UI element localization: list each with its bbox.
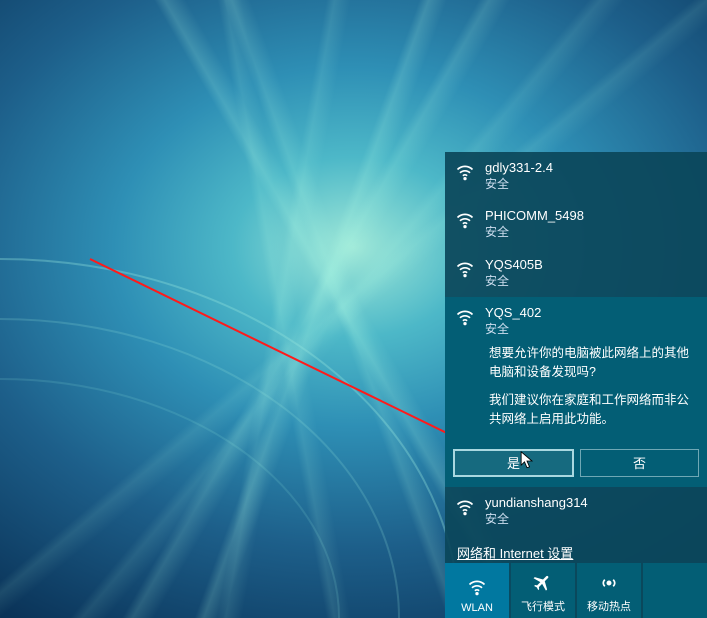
network-settings-link[interactable]: 网络和 Internet 设置 (457, 543, 695, 562)
network-flyout-panel: gdly331-2.4 安全 PHICOMM_5498 安全 YQS405B 安… (445, 152, 707, 618)
yes-button[interactable]: 是 (453, 449, 574, 477)
wifi-name: gdly331-2.4 (485, 160, 699, 177)
wifi-network-item[interactable]: gdly331-2.4 安全 (445, 152, 707, 200)
airplane-mode-toggle[interactable]: 飞行模式 (511, 563, 577, 618)
yes-button-label: 是 (507, 453, 520, 472)
wifi-network-list: gdly331-2.4 安全 PHICOMM_5498 安全 YQS405B 安… (445, 152, 707, 563)
wlan-toggle[interactable]: WLAN (445, 563, 511, 618)
wifi-name: YQS405B (485, 257, 699, 274)
wifi-status: 安全 (485, 512, 699, 528)
wifi-network-item[interactable]: YQS405B 安全 (445, 249, 707, 297)
wlan-label: WLAN (461, 602, 493, 614)
wifi-name: yundianshang314 (485, 495, 699, 512)
wifi-icon (455, 259, 475, 279)
prompt-text-line1: 想要允许你的电脑被此网络上的其他电脑和设备发现吗? (489, 344, 695, 382)
prompt-text-line2: 我们建议你在家庭和工作网络而非公共网络上启用此功能。 (489, 391, 695, 429)
airplane-label: 飞行模式 (521, 598, 565, 614)
wifi-icon (455, 162, 475, 182)
wifi-icon (455, 307, 475, 327)
wifi-network-item[interactable]: PHICOMM_5498 安全 (445, 200, 707, 248)
quick-actions-row: WLAN 飞行模式 移动热点 (445, 563, 707, 618)
annotation-arrow (90, 258, 473, 446)
wifi-status: 安全 (485, 225, 699, 241)
wifi-network-item-selected[interactable]: YQS_402 安全 想要允许你的电脑被此网络上的其他电脑和设备发现吗? 我们建… (445, 297, 707, 448)
hotspot-icon (599, 572, 619, 594)
wifi-name: PHICOMM_5498 (485, 208, 699, 225)
wifi-status: 安全 (485, 274, 699, 290)
no-button[interactable]: 否 (580, 449, 699, 477)
hotspot-label: 移动热点 (587, 598, 631, 614)
hotspot-toggle[interactable]: 移动热点 (577, 563, 643, 618)
wifi-status: 安全 (485, 177, 699, 193)
no-button-label: 否 (633, 453, 646, 472)
wifi-icon (467, 576, 487, 598)
network-discovery-prompt: 想要允许你的电脑被此网络上的其他电脑和设备发现吗? 我们建议你在家庭和工作网络而… (485, 338, 699, 449)
airplane-icon (533, 572, 553, 594)
wifi-icon (455, 497, 475, 517)
wifi-status: 安全 (485, 322, 699, 338)
wifi-network-item[interactable]: yundianshang314 安全 (445, 487, 707, 535)
wifi-icon (455, 210, 475, 230)
wifi-name: YQS_402 (485, 305, 699, 322)
